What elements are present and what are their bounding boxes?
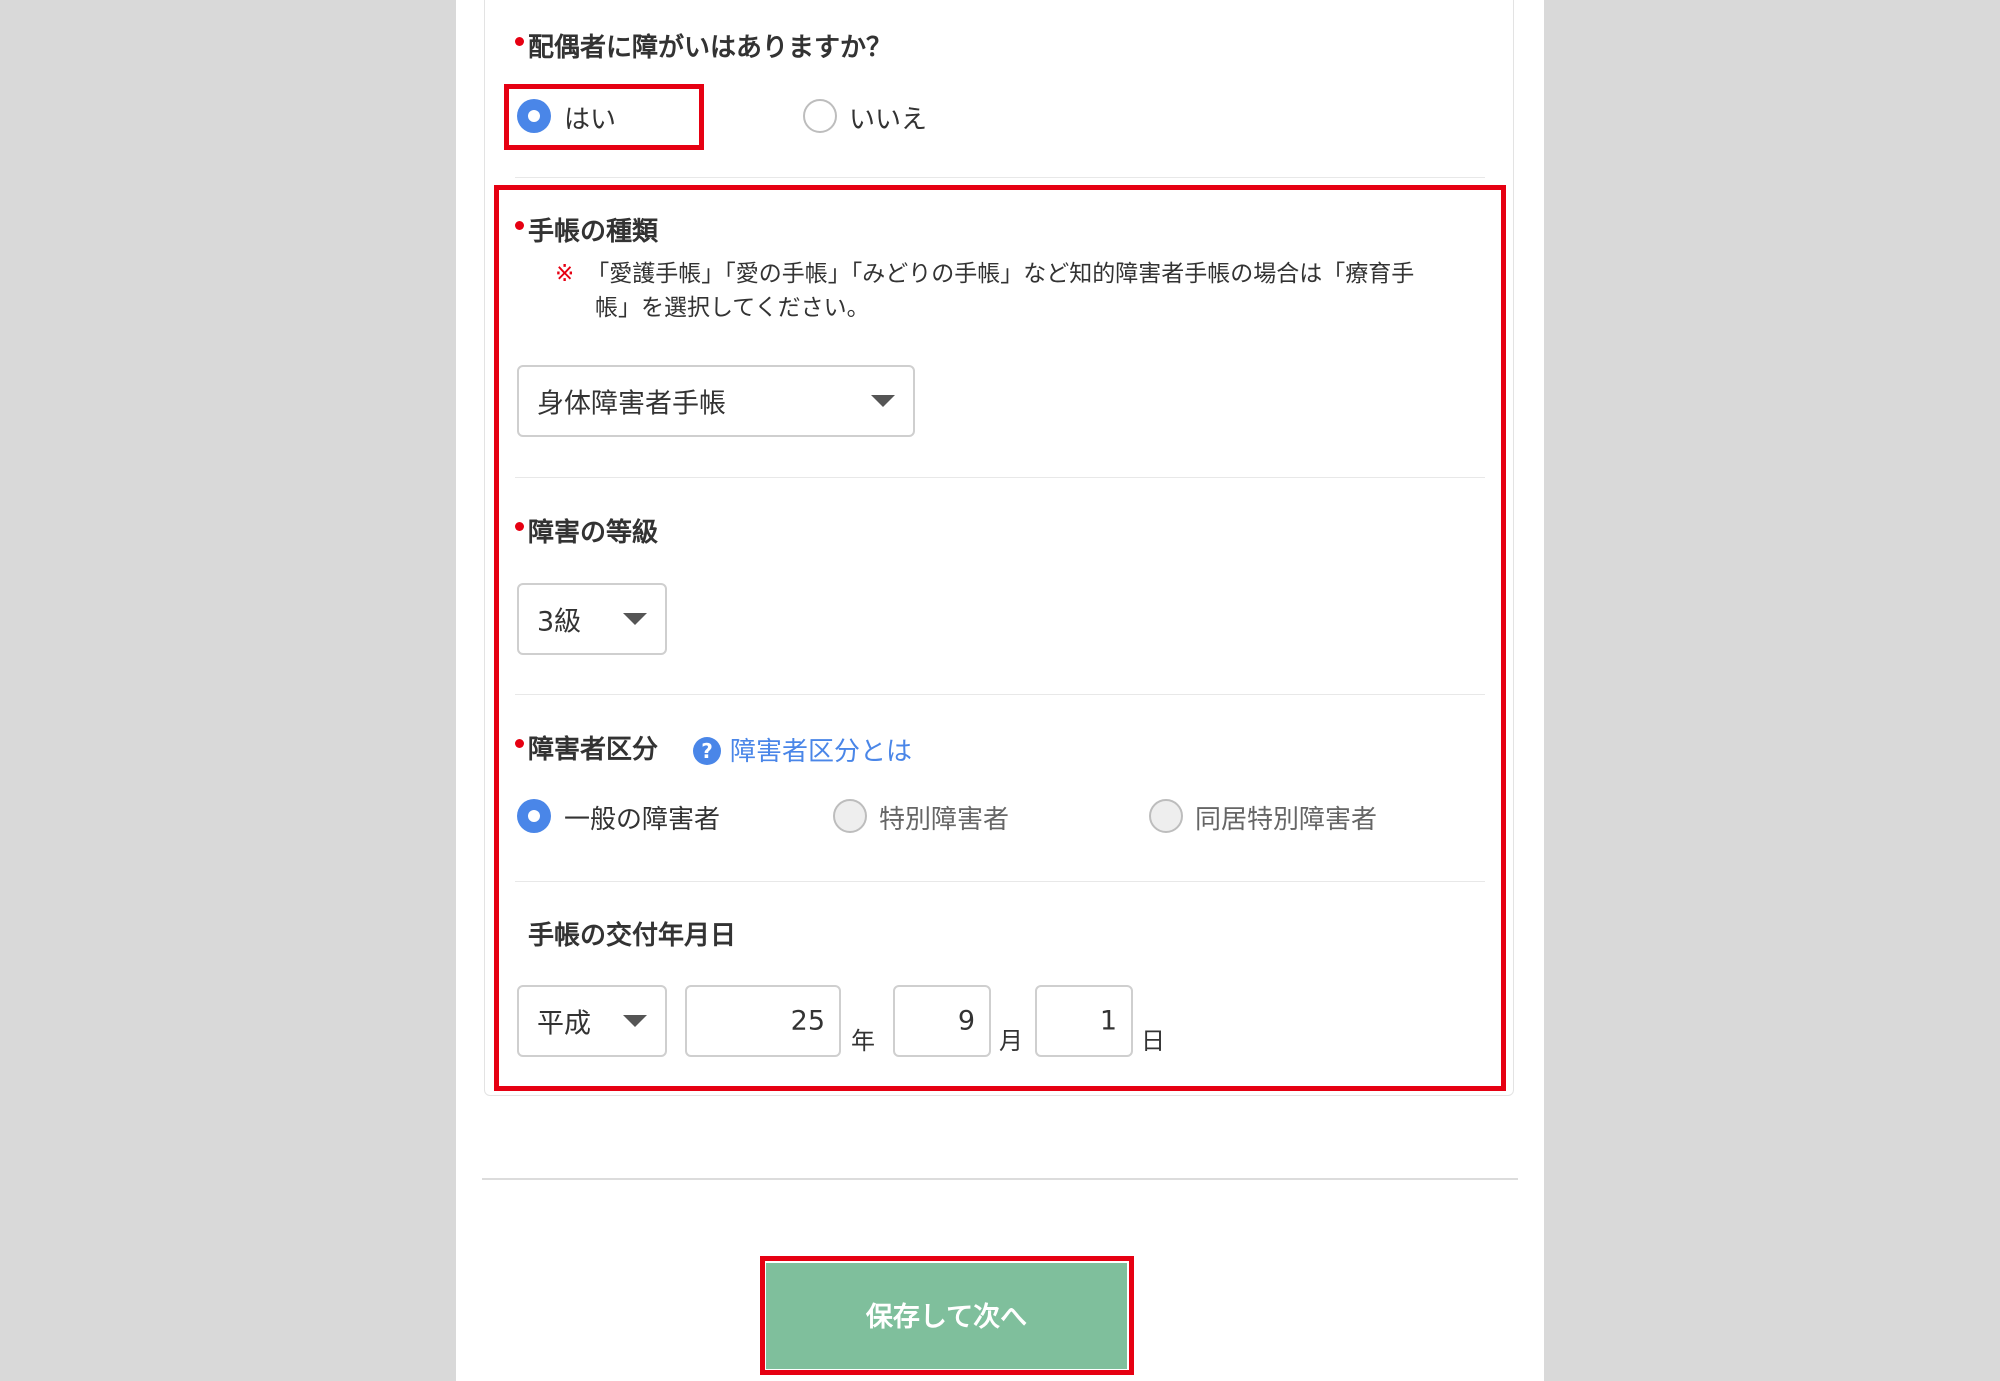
question-disability-label: 配偶者に障がいはありますか？ [528, 33, 893, 63]
section-divider [482, 1178, 1518, 1180]
divider [515, 177, 1485, 178]
radio-no[interactable] [803, 99, 837, 133]
radio-no-label[interactable]: いいえ [849, 99, 927, 136]
highlight-yes-option [504, 84, 704, 150]
highlight-disability-details [494, 185, 1506, 1091]
highlight-save-button [760, 1256, 1134, 1375]
required-marker [515, 37, 524, 46]
form-page: 配偶者に障がいはありますか？ はい いいえ 手帳の種類 ※ 「愛護手帳」「愛の手帳… [456, 0, 1544, 1381]
